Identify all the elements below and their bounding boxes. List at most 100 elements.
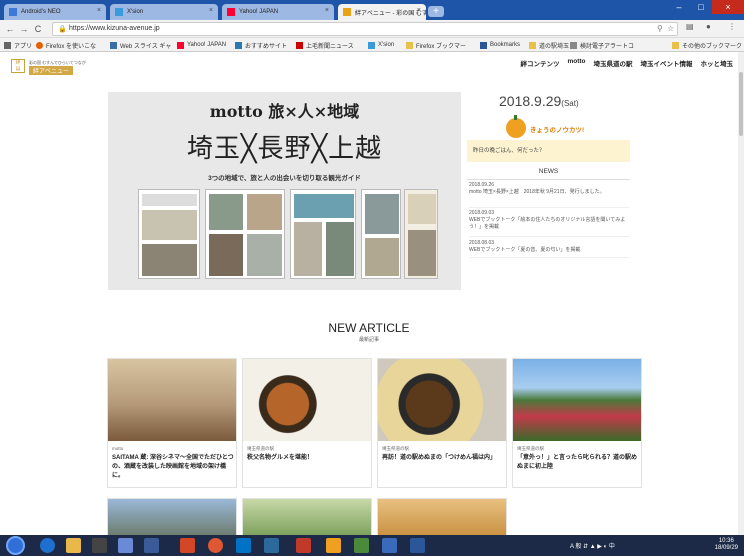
bookmark-item[interactable]: Web スライス ギャ	[110, 40, 171, 50]
zoom-icon[interactable]: ⚲	[657, 24, 663, 33]
bookmark-item[interactable]: アプリ	[4, 40, 32, 50]
bookmark-label: アプリ	[14, 43, 33, 50]
bookmark-item[interactable]: 検討電子アラートコ	[570, 40, 634, 50]
nav-item[interactable]: 埼玉イベント情報	[641, 58, 693, 68]
folder-icon	[672, 41, 679, 49]
hero-subtitle: motto 旅×人×地域	[209, 102, 360, 121]
app-icon[interactable]	[354, 538, 369, 553]
tab-label: Android's NEO	[21, 9, 61, 15]
forward-button[interactable]: →	[18, 22, 30, 36]
section-subtitle: 最新記事	[358, 337, 379, 343]
hero-banner[interactable]: motto 旅×人×地域 埼玉╳長野╳上越 3つの地域で、旅と人の出会いを切り取…	[108, 92, 461, 290]
nav-item[interactable]: 絆コンテンツ	[520, 58, 559, 68]
scroll-thumb[interactable]	[739, 72, 743, 136]
bookmark-item[interactable]: おすすめサイト	[235, 40, 287, 50]
article-title[interactable]: 秩父名物グルメを堪能！	[247, 454, 369, 463]
article-category: 埼玉県道の駅	[517, 446, 544, 451]
browser-tab[interactable]: Android's NEO ×	[4, 4, 106, 20]
article-card[interactable]: 埼玉県道の駅 秩父名物グルメを堪能！	[242, 358, 372, 488]
bookmark-label: X'sion	[378, 42, 395, 48]
bookmark-item[interactable]: その他のブックマーク	[672, 40, 742, 50]
news-date: 2018.09.26	[469, 182, 495, 188]
site-logo[interactable]: 絆▤ 彩の国 むすんでひらいてつながる 絆アベニュー	[11, 57, 89, 75]
back-button[interactable]: ←	[4, 22, 16, 36]
bookmark-item[interactable]: 上毛新聞ニュース	[296, 40, 354, 50]
pdf-icon[interactable]	[296, 538, 311, 553]
new-tab-button[interactable]: +	[428, 6, 444, 17]
chrome-icon[interactable]	[208, 538, 223, 553]
bookmark-star-icon[interactable]: ☆	[667, 24, 674, 33]
clock[interactable]: 10:36 18/09/29	[715, 538, 738, 552]
article-card[interactable]: 埼玉県道の駅 「意外っ！」と言ったら叱られる？道の駅めぬまに初上陸	[512, 358, 642, 488]
url-text[interactable]: https://www.kizuna-avenue.jp	[69, 25, 160, 32]
news-item[interactable]: 2018.08.03 WEBでブックトーク「夏の音、夏の匂い」を掲載	[469, 240, 629, 258]
app-icon[interactable]	[118, 538, 133, 553]
reload-button[interactable]: C	[32, 22, 44, 36]
browser-tab[interactable]: X'sion ×	[110, 4, 218, 20]
article-card-partial[interactable]	[107, 498, 237, 535]
bookmark-label: Yahoo! JAPAN	[187, 42, 227, 48]
article-title[interactable]: 再訪！道の駅めぬまの「つけめん福は内」	[382, 454, 504, 463]
bookmarks-bar: アプリ Firefox を使いこな Web スライス ギャ Yahoo! JAP…	[0, 38, 744, 52]
app-icon[interactable]	[382, 538, 397, 553]
xsion-icon	[368, 41, 375, 49]
browser-tab-active[interactable]: 絆アベニュー - 彩の国 むすんで ×	[338, 4, 426, 20]
news-item[interactable]: 2018.09.03 WEBでブックトーク「絵本の住人たちのオリジナル言語を聞い…	[469, 210, 629, 237]
news-item[interactable]: 2018.09.26 motto 埼玉×長野×上越 2018年秋 9月21日、発…	[469, 182, 629, 208]
tab-close-icon[interactable]: ×	[97, 7, 101, 14]
bookmark-item[interactable]: Bookmarks	[480, 40, 520, 50]
nav-item[interactable]: ホッと埼玉	[701, 58, 734, 68]
menu-icon[interactable]: ⋮	[728, 22, 736, 31]
browser-tab-bar: Android's NEO × X'sion × Yahoo! JAPAN × …	[0, 0, 744, 20]
profile-icon[interactable]: ●	[706, 22, 711, 31]
firefox-icon	[36, 41, 43, 49]
logo-mark-icon: 絆 ▤	[11, 59, 25, 73]
bookmark-item[interactable]: Firefox を使いこな	[36, 40, 96, 50]
extension-icon[interactable]: ▤	[686, 22, 694, 31]
article-card[interactable]: motto SAITAMA 蔵: 深谷シネマ～全国でただひとつの、酒蔵を改装した…	[107, 358, 237, 488]
tab-favicon-icon	[343, 8, 351, 16]
minimize-button[interactable]: –	[668, 0, 690, 14]
article-title[interactable]: SAITAMA 蔵: 深谷シネマ～全国でただひとつの、酒蔵を改装した映画館を地域…	[112, 454, 234, 481]
article-card-partial[interactable]	[242, 498, 372, 535]
explorer-icon[interactable]	[66, 538, 81, 553]
system-tray[interactable]: A 般 ⇵ ▲ ▶ ◐ 中	[570, 541, 615, 550]
word-icon[interactable]	[410, 538, 425, 553]
bookmark-item[interactable]: 道の駅埼玉	[529, 40, 569, 50]
bookmark-label: 上毛新聞ニュース	[306, 43, 354, 50]
magazine-page-image	[205, 189, 285, 279]
close-window-button[interactable]: ×	[712, 0, 744, 14]
bookmark-item[interactable]: X'sion	[368, 40, 394, 50]
media-icon[interactable]	[92, 538, 107, 553]
page-scrollbar[interactable]	[738, 52, 744, 535]
lock-icon: 🔒	[58, 26, 67, 33]
tab-close-icon[interactable]: ×	[209, 7, 213, 14]
outlook-icon[interactable]	[236, 538, 251, 553]
maximize-button[interactable]: □	[690, 0, 712, 14]
article-card[interactable]: 埼玉県道の駅 再訪！道の駅めぬまの「つけめん福は内」	[377, 358, 507, 488]
bookmark-label: Firefox ブックマー	[416, 43, 467, 50]
news-text[interactable]: motto 埼玉×長野×上越 2018年秋 9月21日、発行しました。	[469, 189, 629, 196]
bookmark-item[interactable]: Firefox ブックマー	[406, 40, 466, 50]
bookmark-item[interactable]: Yahoo! JAPAN	[177, 40, 226, 50]
news-text[interactable]: WEBでブックトーク「絵本の住人たちのオリジナル言語を聞いてみよう！」を掲載	[469, 217, 629, 231]
tab-close-icon[interactable]: ×	[325, 7, 329, 14]
network-icon[interactable]	[144, 538, 159, 553]
tab-label: Yahoo! JAPAN	[239, 9, 279, 15]
nav-item[interactable]: 埼玉県道の駅	[594, 58, 633, 68]
article-title[interactable]: 「意外っ！」と言ったら叱られる？道の駅めぬまに初上陸	[517, 454, 639, 472]
browser-tab[interactable]: Yahoo! JAPAN ×	[222, 4, 334, 20]
date-text: 2018.9.29	[499, 93, 562, 109]
app-icon[interactable]	[326, 538, 341, 553]
article-card-partial[interactable]	[377, 498, 507, 535]
browser-toolbar: ← → C 🔒 https://www.kizuna-avenue.jp ⚲ ☆…	[0, 20, 744, 38]
article-image	[513, 359, 641, 441]
address-bar[interactable]: 🔒 https://www.kizuna-avenue.jp ⚲ ☆	[52, 22, 678, 36]
start-button[interactable]	[6, 536, 25, 555]
app-icon[interactable]	[264, 538, 279, 553]
ie-icon[interactable]	[40, 538, 55, 553]
news-text[interactable]: WEBでブックトーク「夏の音、夏の匂い」を掲載	[469, 247, 629, 254]
tab-close-icon[interactable]: ×	[417, 7, 421, 14]
powerpoint-icon[interactable]	[180, 538, 195, 553]
nav-item[interactable]: motto	[567, 58, 585, 68]
